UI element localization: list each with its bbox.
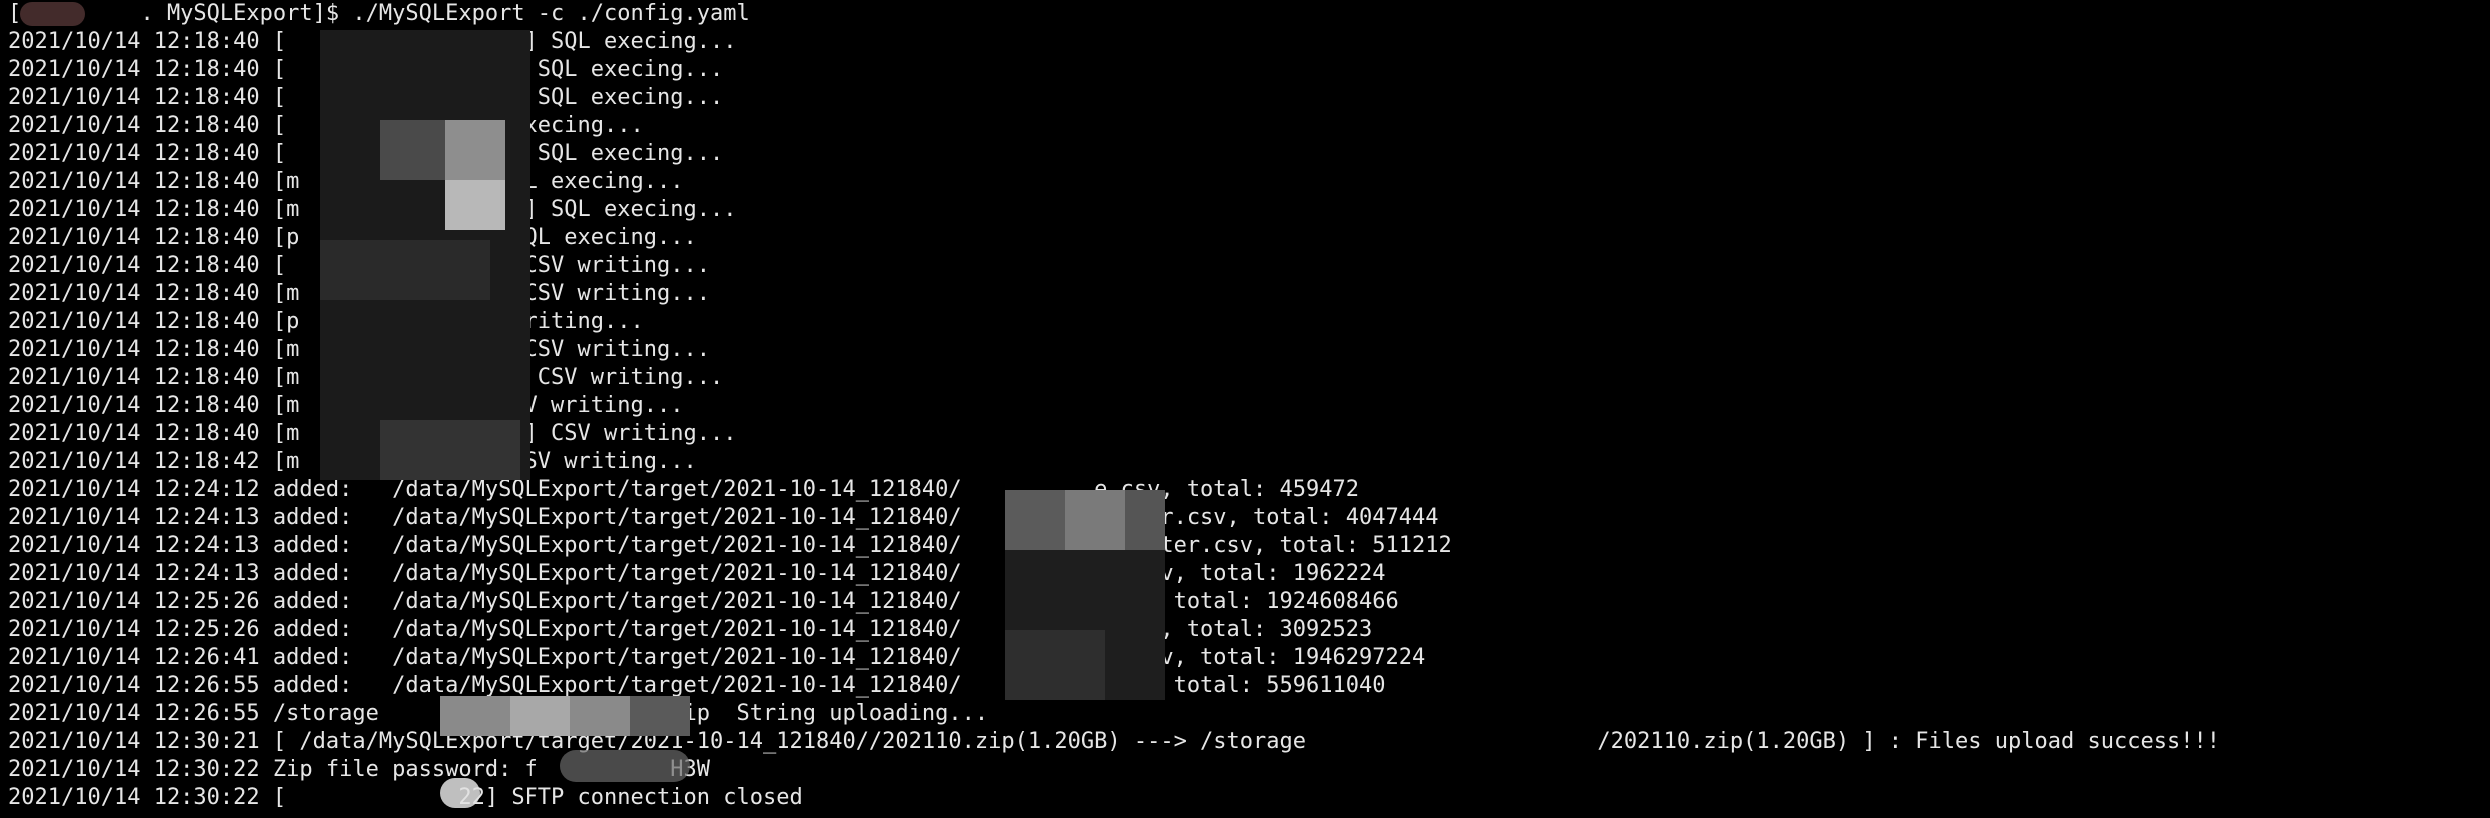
redaction-mosaic-tile — [445, 120, 505, 180]
terminal-line: 2021/10/14 12:26:55 /storage /202110.zip… — [8, 701, 989, 726]
redaction-mosaic-tile — [380, 420, 520, 480]
redaction-blur-prompt-host — [20, 2, 85, 26]
redaction-mosaic-tile — [1005, 630, 1105, 700]
redaction-mosaic-tile — [1065, 490, 1125, 550]
redaction-mosaic-tile — [1125, 490, 1165, 550]
redaction-mosaic-tile — [630, 696, 690, 736]
terminal-line: 2021/10/14 12:30:22 [ 22] SFTP connectio… — [8, 785, 803, 810]
redaction-mosaic-tile — [1005, 490, 1065, 550]
terminal-line: 2021/10/14 12:30:21 [ /data/MySQLExport/… — [8, 729, 2220, 754]
redaction-mosaic-tile — [445, 180, 505, 230]
redaction-mosaic-tile — [510, 696, 570, 736]
terminal-window[interactable]: [ . MySQLExport]$ ./MySQLExport -c ./con… — [0, 0, 2490, 818]
redaction-blur-password — [560, 750, 690, 782]
redaction-mosaic-tile — [380, 120, 445, 180]
terminal-line: 2021/10/14 12:30:22 Zip file password: f… — [8, 757, 710, 782]
redaction-mosaic-tile — [320, 240, 490, 300]
terminal-line-command: [ . MySQLExport]$ ./MySQLExport -c ./con… — [8, 1, 750, 26]
redaction-blur-sftp — [440, 778, 480, 808]
